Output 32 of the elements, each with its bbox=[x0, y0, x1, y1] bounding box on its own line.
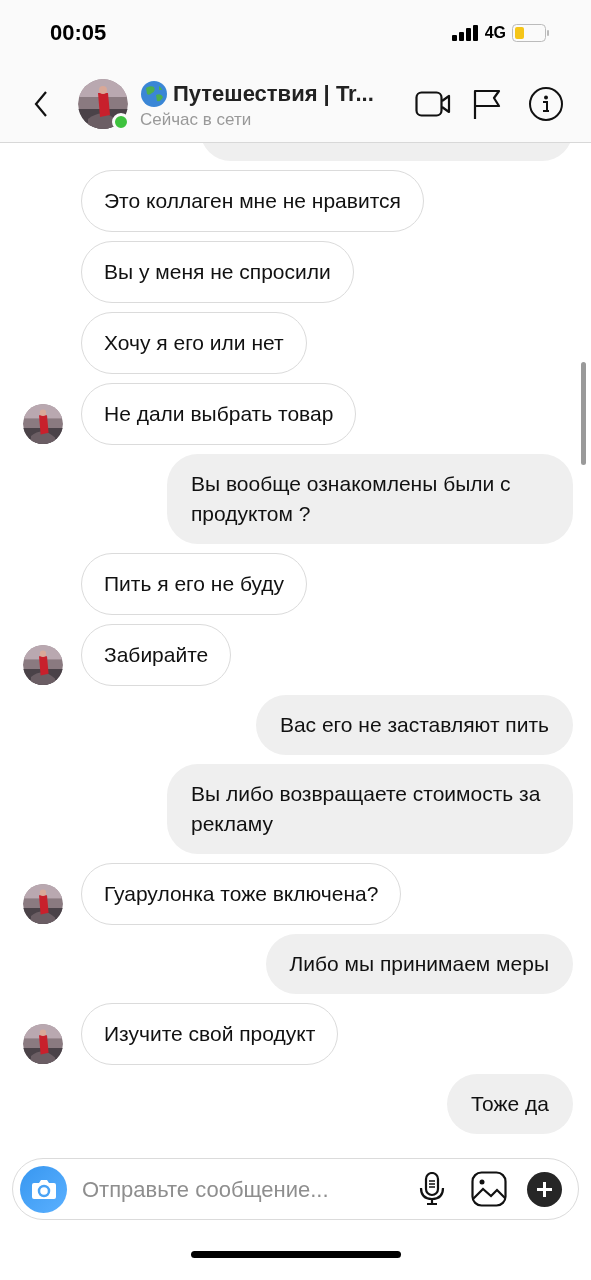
message-bubble: Не дали выбрать товар bbox=[81, 383, 357, 445]
video-call-button[interactable] bbox=[415, 88, 451, 119]
flag-button[interactable] bbox=[473, 87, 501, 120]
chat-title[interactable]: Путешествия | Tr... bbox=[173, 77, 374, 110]
network-label: 4G bbox=[484, 22, 506, 43]
message-bubble: Пить я его не буду bbox=[81, 553, 308, 615]
message-bubble: Вас его не заставляют пить bbox=[255, 695, 573, 755]
status-time: 00:05 bbox=[50, 19, 107, 47]
message-input[interactable]: Отправьте сообщение... bbox=[82, 1172, 411, 1206]
message-bubble: Забирайте bbox=[81, 624, 232, 686]
message-bubble: Хочу я его или нет bbox=[81, 312, 307, 374]
camera-icon bbox=[30, 1178, 57, 1200]
message-bubble: Изучите свой продукт bbox=[81, 1003, 339, 1065]
home-indicator[interactable] bbox=[190, 1250, 401, 1258]
info-icon bbox=[542, 94, 550, 113]
message-bubble: Гуарулонка тоже включена? bbox=[81, 863, 402, 925]
battery-icon bbox=[512, 23, 549, 42]
message-bubble: Вы у меня не спросили bbox=[81, 241, 354, 303]
message-bubble: Либо мы принимаем меры bbox=[265, 934, 573, 994]
signal-icon bbox=[451, 24, 479, 41]
microphone-icon[interactable] bbox=[419, 1172, 445, 1206]
camera-button[interactable] bbox=[20, 1165, 67, 1213]
add-button[interactable] bbox=[527, 1171, 562, 1207]
info-button[interactable] bbox=[529, 86, 563, 121]
online-status: Сейчас в сети bbox=[140, 110, 253, 130]
plus-icon bbox=[536, 1180, 553, 1198]
message-bubble: Вы либо возвращаете стоимость за рекламу bbox=[167, 764, 573, 854]
message-bubble: Вы вообще ознакомлены были с продуктом ? bbox=[167, 454, 573, 544]
globe-icon bbox=[140, 79, 168, 108]
image-icon[interactable] bbox=[471, 1171, 507, 1207]
message-bubble: Тоже да bbox=[446, 1074, 573, 1134]
message-bubble: Это коллаген мне не нравится bbox=[81, 170, 424, 232]
